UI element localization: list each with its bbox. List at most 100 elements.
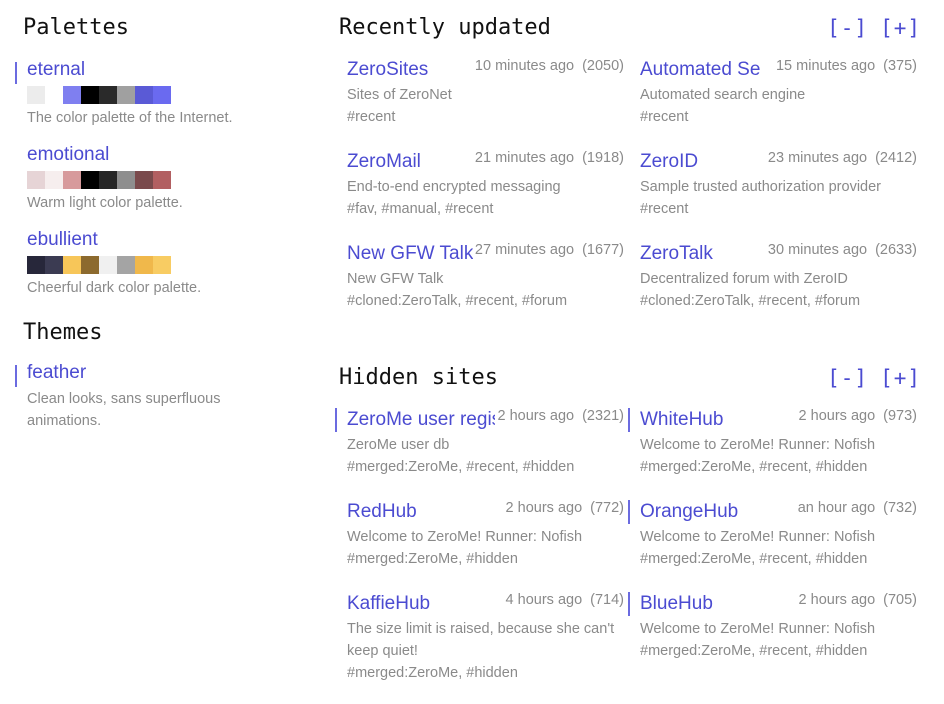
site-updated-time: 2 hours ago (798, 408, 876, 424)
site-peer-count: (973) (883, 408, 917, 424)
site-tags: #cloned:ZeroTalk, #recent, #forum (640, 293, 861, 309)
palette-eternal[interactable]: eternal The color palette of the Interne… (15, 58, 293, 129)
color-swatch (63, 171, 81, 189)
color-swatch (153, 171, 171, 189)
color-swatch (153, 256, 171, 274)
site-item[interactable]: Automated Se 15 minutes ago (375) Automated… (632, 56, 917, 128)
site-name[interactable]: ZeroSites (347, 56, 428, 84)
site-item[interactable]: BlueHub 2 hours ago (705) Welcome to ZeroMe… (628, 590, 917, 684)
palettes-title: Palettes (23, 15, 129, 40)
site-tags: #fav, #manual, #recent (347, 201, 494, 217)
color-swatch (45, 86, 63, 104)
site-peer-count: (2633) (875, 242, 917, 258)
site-updated-time: 21 minutes ago (474, 150, 575, 166)
color-swatch (117, 86, 135, 104)
site-tags: #recent (640, 109, 689, 125)
site-item[interactable]: RedHub 2 hours ago (772) Welcome to ZeroMe!… (339, 498, 624, 570)
color-swatch (135, 86, 153, 104)
palette-name[interactable]: eternal (27, 58, 293, 82)
collapse-button[interactable]: [-] (827, 366, 868, 390)
site-name[interactable]: ZeroMe user regis (347, 406, 497, 434)
site-meta: 2 hours ago (772) (503, 498, 624, 518)
color-swatch (63, 86, 81, 104)
site-peer-count: (2321) (582, 408, 624, 424)
palette-emotional[interactable]: emotional Warm light color palette. (23, 143, 293, 214)
site-item[interactable]: ZeroSites 10 minutes ago (2050) Sites of Ze… (339, 56, 624, 128)
site-peer-count: (772) (590, 500, 624, 516)
site-item[interactable]: WhiteHub 2 hours ago (973) Welcome to ZeroM… (628, 406, 917, 478)
expand-button[interactable]: [+] (880, 16, 921, 40)
site-meta: 10 minutes ago (2050) (472, 56, 624, 76)
site-item[interactable]: ZeroMe user regis 2 hours ago (2321) ZeroMe… (335, 406, 624, 478)
site-name[interactable]: KaffieHub (347, 590, 430, 618)
theme-name[interactable]: feather (27, 361, 293, 385)
color-swatch (45, 256, 63, 274)
site-name[interactable]: RedHub (347, 498, 417, 526)
site-item[interactable]: KaffieHub 4 hours ago (714) The size limit … (339, 590, 624, 684)
site-updated-time: 23 minutes ago (767, 150, 868, 166)
site-peer-count: (375) (883, 58, 917, 74)
color-swatch (135, 256, 153, 274)
palette-ebullient[interactable]: ebullient Cheerful dark color palette. (23, 228, 293, 299)
site-updated-time: 2 hours ago (497, 408, 575, 424)
expand-button[interactable]: [+] (880, 366, 921, 390)
color-swatch (27, 171, 45, 189)
palette-name[interactable]: ebullient (27, 228, 293, 252)
palette-swatches (27, 256, 293, 274)
site-meta: 23 minutes ago (2412) (765, 148, 917, 168)
color-swatch (27, 256, 45, 274)
color-swatch (117, 256, 135, 274)
site-name[interactable]: Automated Se (640, 56, 760, 84)
site-meta: 2 hours ago (705) (796, 590, 917, 610)
site-name[interactable]: ZeroID (640, 148, 698, 176)
site-name[interactable]: WhiteHub (640, 406, 723, 434)
site-item[interactable]: New GFW Talk 27 minutes ago (1677) New GFW … (339, 240, 624, 312)
collapse-button[interactable]: [-] (827, 16, 868, 40)
palette-desc: Cheerful dark color palette. (27, 280, 202, 296)
site-tags: #merged:ZeroMe, #recent, #hidden (640, 643, 868, 659)
theme-feather[interactable]: feather Clean looks, sans superfluous an… (15, 361, 293, 432)
color-swatch (27, 86, 45, 104)
site-item[interactable]: ZeroMail 21 minutes ago (1918) End-to-end e… (339, 148, 624, 220)
site-updated-time: 27 minutes ago (474, 242, 575, 258)
color-swatch (99, 256, 117, 274)
site-meta: 2 hours ago (2321) (495, 406, 624, 426)
color-swatch (117, 171, 135, 189)
color-swatch (63, 256, 81, 274)
palette-name[interactable]: emotional (27, 143, 293, 167)
site-item[interactable]: ZeroID 23 minutes ago (2412) Sample trusted… (632, 148, 917, 220)
site-peer-count: (2412) (875, 150, 917, 166)
color-swatch (153, 86, 171, 104)
palette-desc: Warm light color palette. (27, 195, 183, 211)
site-updated-time: 30 minutes ago (767, 242, 868, 258)
site-description: End-to-end encrypted messaging (347, 179, 561, 195)
site-tags: #cloned:ZeroTalk, #recent, #forum (347, 293, 568, 309)
site-updated-time: 10 minutes ago (474, 58, 575, 74)
palette-swatches (27, 86, 293, 104)
site-meta: 21 minutes ago (1918) (472, 148, 624, 168)
site-meta: an hour ago (732) (795, 498, 917, 518)
site-description: ZeroMe user db (347, 437, 450, 453)
site-updated-time: 4 hours ago (505, 592, 583, 608)
site-item[interactable]: ZeroTalk 30 minutes ago (2633) Decentralize… (632, 240, 917, 312)
site-tags: #merged:ZeroMe, #hidden (347, 551, 518, 567)
site-description: Decentralized forum with ZeroID (640, 271, 848, 287)
site-updated-time: 2 hours ago (798, 592, 876, 608)
site-peer-count: (705) (883, 592, 917, 608)
site-name[interactable]: ZeroMail (347, 148, 421, 176)
site-meta: 15 minutes ago (375) (773, 56, 917, 76)
site-name[interactable]: OrangeHub (640, 498, 738, 526)
site-name[interactable]: BlueHub (640, 590, 713, 618)
site-tags: #merged:ZeroMe, #recent, #hidden (640, 459, 868, 475)
site-description: Welcome to ZeroMe! Runner: Nofish (640, 437, 876, 453)
site-updated-time: 2 hours ago (505, 500, 583, 516)
site-grid: ZeroMe user regis 2 hours ago (2321) ZeroMe… (335, 406, 929, 704)
site-grid: ZeroSites 10 minutes ago (2050) Sites of Ze… (339, 56, 929, 332)
site-meta: 4 hours ago (714) (503, 590, 624, 610)
site-meta: 27 minutes ago (1677) (472, 240, 624, 260)
site-description: Welcome to ZeroMe! Runner: Nofish (347, 529, 583, 545)
recently-updated-section: Recently updated [-] [+] ZeroSites 10 minu… (339, 12, 929, 332)
site-item[interactable]: OrangeHub an hour ago (732) Welcome to Zero… (628, 498, 917, 570)
site-name[interactable]: New GFW Talk (347, 240, 473, 268)
site-name[interactable]: ZeroTalk (640, 240, 713, 268)
